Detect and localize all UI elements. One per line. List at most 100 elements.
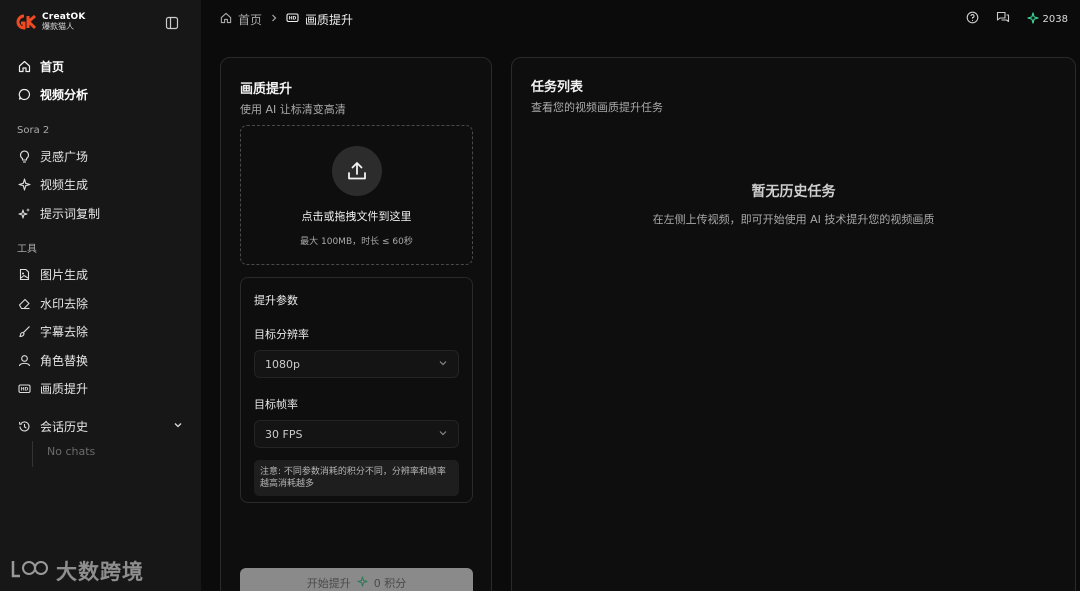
breadcrumb-home[interactable]: 首页	[220, 11, 262, 28]
brand-logo-icon	[16, 14, 38, 30]
start-upscale-label: 开始提升	[306, 577, 351, 590]
breadcrumb-current-label: 画质提升	[305, 12, 354, 27]
svg-text:HD: HD	[289, 16, 297, 22]
panel-subtitle: 使用 AI 让标清变高清	[240, 103, 346, 116]
resolution-select[interactable]: 1080p	[254, 350, 459, 378]
chat-bubble-icon	[18, 88, 31, 101]
params-card: 提升参数 目标分辨率 1080p 目标帧率 30 FPS 注意: 不同参数消耗的…	[240, 277, 473, 503]
empty-title: 暂无历史任务	[751, 184, 836, 200]
fps-value: 30 FPS	[265, 427, 303, 441]
empty-state: 暂无历史任务 在左侧上传视频，即可开始使用 AI 技术提升您的视频画质	[512, 181, 1075, 227]
sidebar-item-label: 视频分析	[40, 88, 89, 103]
start-upscale-button[interactable]: 开始提升 0 积分	[240, 568, 473, 591]
sparkle-icon	[357, 576, 368, 590]
fps-select[interactable]: 30 FPS	[254, 420, 459, 448]
sidebar-item-watermark-removal[interactable]: 水印去除	[10, 289, 191, 318]
sidebar-nav-tools: 图片生成 水印去除 字幕去除 角色替换 HD 画质提升	[0, 261, 201, 404]
sidebar-nav-top: 首页 视频分析	[0, 52, 201, 109]
sidebar-nav-sora: 灵感广场 视频生成 提示词复制	[0, 142, 201, 228]
sidebar-item-label: 图片生成	[40, 268, 89, 283]
app-root: CreatOK 爆款猫人 首页 视频分析 Sora 2 灵感广场 视频生成 提示…	[0, 0, 1080, 591]
task-list-panel: 任务列表 查看您的视频画质提升任务 暂无历史任务 在左侧上传视频，即可开始使用 …	[511, 57, 1076, 591]
main-area: 首页 HD 画质提升 2038 画质提升 使用 AI 让标清变高清 点击或拖拽文…	[201, 0, 1080, 591]
sidebar-item-quality-upscale[interactable]: HD 画质提升	[10, 375, 191, 404]
messages-icon[interactable]	[996, 11, 1010, 27]
start-upscale-cost: 0 积分	[373, 577, 407, 590]
sparkle-icon	[1026, 11, 1039, 27]
upload-dropzone[interactable]: 点击或拖拽文件到这里 最大 100MB，时长 ≤ 60秒	[240, 125, 473, 265]
history-icon	[18, 420, 31, 433]
sidebar-item-inspiration[interactable]: 灵感广场	[10, 142, 191, 171]
home-icon	[18, 60, 31, 73]
sidebar: CreatOK 爆款猫人 首页 视频分析 Sora 2 灵感广场 视频生成 提示…	[0, 0, 201, 591]
brand-subtitle: 爆款猫人	[42, 22, 74, 31]
sidebar-item-label: 灵感广场	[40, 149, 89, 164]
brand-logo[interactable]: CreatOK 爆款猫人	[16, 13, 86, 31]
hd-icon: HD	[286, 11, 299, 27]
history-toggle[interactable]: 会话历史	[10, 412, 191, 441]
upload-title: 点击或拖拽文件到这里	[301, 210, 412, 223]
chevron-down-icon	[438, 358, 448, 371]
section-label-sora: Sora 2	[17, 125, 50, 136]
upscale-panel-header: 画质提升 使用 AI 让标清变高清	[221, 58, 491, 117]
hd-icon: HD	[18, 382, 31, 395]
sidebar-item-label: 水印去除	[40, 296, 89, 311]
chevron-right-icon	[269, 12, 279, 26]
sidebar-item-video-analysis[interactable]: 视频分析	[10, 81, 191, 110]
sidebar-item-label: 提示词复制	[40, 206, 101, 221]
upscale-panel: 画质提升 使用 AI 让标清变高清 点击或拖拽文件到这里 最大 100MB，时长…	[220, 57, 492, 591]
sidebar-item-home[interactable]: 首页	[10, 52, 191, 81]
sidebar-item-prompt-copy[interactable]: 提示词复制	[10, 199, 191, 228]
resolution-value: 1080p	[265, 357, 300, 371]
panel-title: 画质提升	[240, 82, 293, 97]
task-list-title: 任务列表	[531, 80, 584, 95]
params-title: 提升参数	[254, 294, 298, 307]
breadcrumb: 首页 HD 画质提升	[220, 11, 353, 28]
sidebar-item-label: 视频生成	[40, 178, 89, 193]
sparkle-icon	[18, 178, 31, 191]
sidebar-history: 会话历史 No chats	[0, 412, 201, 467]
no-chats-text: No chats	[32, 440, 191, 467]
chevron-down-icon	[173, 419, 183, 433]
svg-text:HD: HD	[21, 387, 29, 393]
brush-icon	[18, 325, 31, 338]
empty-description: 在左侧上传视频，即可开始使用 AI 技术提升您的视频画质	[652, 213, 935, 226]
upload-icon	[331, 146, 382, 196]
brand-name: CreatOK	[42, 12, 86, 22]
task-list-header: 任务列表 查看您的视频画质提升任务	[512, 58, 1075, 115]
image-file-icon	[18, 268, 31, 281]
cost-note: 注意: 不同参数消耗的积分不同，分辨率和帧率越高消耗越多	[254, 460, 459, 496]
sidebar-item-video-generation[interactable]: 视频生成	[10, 171, 191, 200]
breadcrumb-home-label: 首页	[238, 12, 263, 27]
watermark: 大数跨境	[10, 556, 144, 586]
topbar: 首页 HD 画质提升 2038	[201, 0, 1080, 38]
sidebar-item-label: 字幕去除	[40, 325, 89, 340]
resolution-label: 目标分辨率	[254, 328, 309, 341]
credits-badge[interactable]: 2038	[1026, 11, 1068, 27]
eraser-icon	[18, 297, 31, 310]
help-icon[interactable]	[966, 11, 979, 27]
sparkles-icon	[18, 207, 31, 220]
fps-label: 目标帧率	[254, 398, 298, 411]
upload-hint: 最大 100MB，时长 ≤ 60秒	[300, 237, 413, 247]
sidebar-item-label: 首页	[40, 59, 65, 74]
home-icon	[220, 12, 232, 27]
user-icon	[18, 354, 31, 367]
chevron-down-icon	[438, 428, 448, 441]
breadcrumb-current: HD 画质提升	[286, 11, 353, 28]
sidebar-toggle-icon[interactable]	[165, 15, 179, 30]
watermark-logo-icon	[10, 557, 50, 585]
task-list-subtitle: 查看您的视频画质提升任务	[531, 101, 663, 114]
sidebar-item-label: 画质提升	[40, 382, 89, 397]
topbar-actions: 2038	[966, 11, 1068, 27]
credits-value: 2038	[1042, 13, 1068, 25]
history-label: 会话历史	[40, 419, 89, 434]
sidebar-item-subtitle-removal[interactable]: 字幕去除	[10, 318, 191, 347]
watermark-text: 大数跨境	[56, 560, 144, 584]
sidebar-item-label: 角色替换	[40, 353, 89, 368]
lightbulb-icon	[18, 150, 31, 163]
logo-row: CreatOK 爆款猫人	[0, 0, 201, 44]
sidebar-item-image-generation[interactable]: 图片生成	[10, 261, 191, 290]
sidebar-item-character-swap[interactable]: 角色替换	[10, 346, 191, 375]
section-label-tools: 工具	[17, 243, 37, 255]
